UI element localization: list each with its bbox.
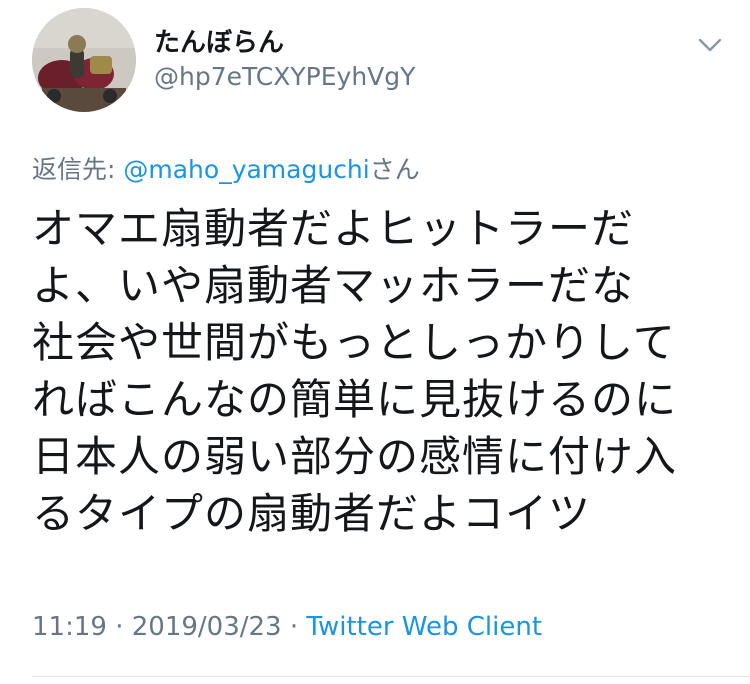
reply-suffix: さん — [369, 155, 420, 184]
reply-mention-link[interactable]: @maho_yamaguchi — [123, 155, 369, 184]
tweet-text: オマエ扇動者だよヒットラーだ よ、いや扇動者マッホラーだな 社会や世間がもっとし… — [32, 200, 732, 542]
meta-separator: · — [106, 612, 132, 642]
tweet-client-link[interactable]: Twitter Web Client — [306, 612, 542, 642]
tweet-text-line: ればこんなの簡単に見抜けるのに — [32, 375, 678, 424]
reply-context: 返信先: @maho_yamaguchiさん — [32, 150, 420, 186]
tweet-text-line: 社会や世間がもっとしっかりして — [32, 318, 676, 367]
tweet-time[interactable]: 11:19 — [32, 612, 107, 642]
avatar-photo-icon — [32, 8, 136, 112]
tweet-text-line: るタイプの扇動者だよコイツ — [32, 489, 592, 538]
tweet-text-line: 日本人の弱い部分の感情に付け入 — [32, 432, 678, 481]
tweet-text-line: オマエ扇動者だよヒットラーだ — [32, 204, 635, 253]
reply-prefix: 返信先: — [32, 155, 124, 184]
meta-separator: · — [281, 612, 307, 642]
display-name[interactable]: たんぼらん — [154, 22, 284, 59]
user-handle[interactable]: @hp7eTCXYPEyhVgY — [154, 62, 415, 91]
avatar[interactable] — [32, 8, 136, 112]
chevron-down-icon — [698, 38, 722, 52]
tweet-date[interactable]: 2019/03/23 — [132, 612, 282, 642]
tweet-text-line: よ、いや扇動者マッホラーだな — [32, 261, 635, 310]
divider — [32, 676, 750, 677]
tweet-menu-button[interactable] — [690, 30, 730, 60]
tweet-metadata: 11:19 · 2019/03/23 · Twitter Web Client — [32, 612, 542, 642]
